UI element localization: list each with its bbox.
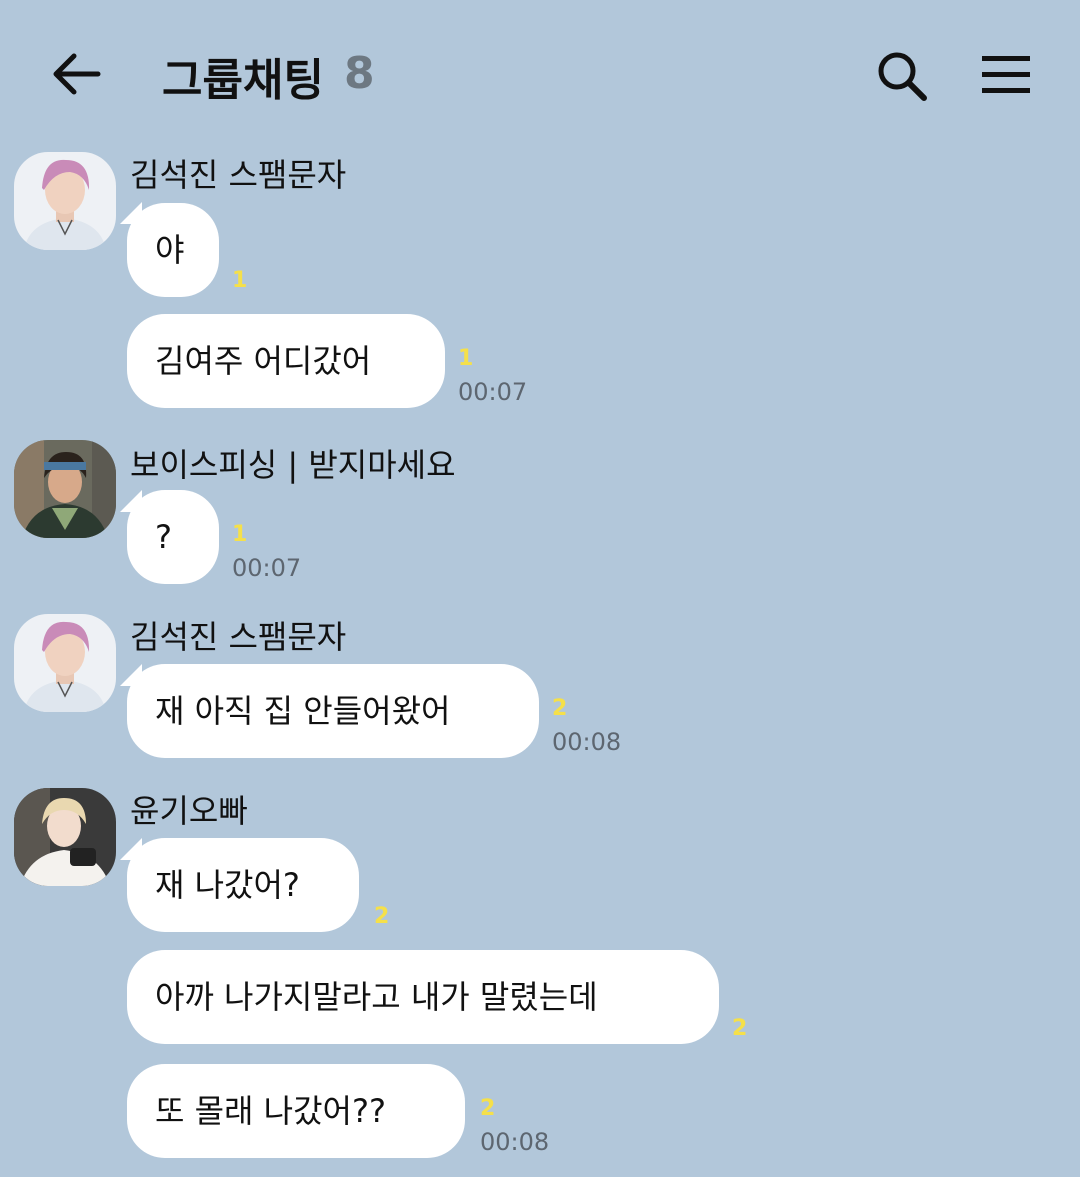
unread-count: 1 bbox=[232, 522, 248, 547]
avatar-yoongi[interactable] bbox=[14, 788, 116, 886]
message-bubble[interactable]: ? bbox=[127, 490, 219, 584]
back-arrow-icon[interactable] bbox=[50, 50, 104, 98]
chat-header: 그룹채팅 8 bbox=[0, 0, 1080, 145]
message-time: 00:08 bbox=[552, 728, 622, 756]
sender-name: 윤기오빠 bbox=[130, 792, 248, 830]
avatar-seokjin[interactable] bbox=[14, 152, 116, 250]
message-bubble[interactable]: 재 나갔어? bbox=[127, 838, 359, 932]
sender-name: 보이스피싱 | 받지마세요 bbox=[130, 446, 456, 484]
unread-count: 2 bbox=[374, 904, 390, 929]
sender-name: 김석진 스팸문자 bbox=[130, 618, 347, 656]
avatar-taehyung[interactable] bbox=[14, 440, 116, 538]
menu-icon[interactable] bbox=[982, 54, 1032, 96]
unread-count: 2 bbox=[732, 1016, 748, 1041]
message-time: 00:07 bbox=[232, 554, 302, 582]
message-bubble[interactable]: 또 몰래 나갔어?? bbox=[127, 1064, 465, 1158]
message-bubble[interactable]: 아까 나가지말라고 내가 말렸는데 bbox=[127, 950, 719, 1044]
unread-count: 1 bbox=[232, 268, 248, 293]
member-count: 8 bbox=[344, 48, 375, 99]
chat-title: 그룹채팅 bbox=[162, 55, 324, 106]
unread-count: 2 bbox=[552, 696, 568, 721]
avatar-seokjin[interactable] bbox=[14, 614, 116, 712]
unread-count: 2 bbox=[480, 1096, 496, 1121]
unread-count: 1 bbox=[458, 346, 474, 371]
message-bubble[interactable]: 재 아직 집 안들어왔어 bbox=[127, 664, 539, 758]
message-bubble[interactable]: 김여주 어디갔어 bbox=[127, 314, 445, 408]
sender-name: 김석진 스팸문자 bbox=[130, 156, 347, 194]
message-bubble[interactable]: 야 bbox=[127, 203, 219, 297]
message-time: 00:07 bbox=[458, 378, 528, 406]
message-time: 00:08 bbox=[480, 1128, 550, 1156]
search-icon[interactable] bbox=[876, 50, 928, 102]
